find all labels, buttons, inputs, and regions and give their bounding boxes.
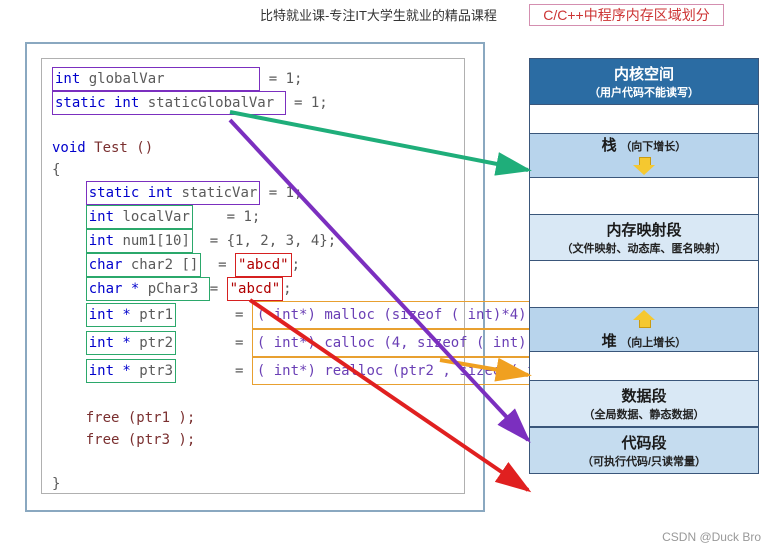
seg-kernel: 内核空间 （用户代码不能读写） [529,58,759,105]
arrow-down-icon [633,157,655,175]
seg-data: 数据段 （全局数据、静态数据） [529,380,759,427]
code-panel: int globalVar = 1; static int staticGlob… [25,42,485,512]
static-var-box: static int staticVar [86,181,261,205]
seg-heap: 堆 （向上增长） [529,307,759,352]
memory-layout: 内核空间 （用户代码不能读写） 栈 （向下增长） 内存映射段 （文件映射、动态库… [529,58,759,474]
heap-alloc-box: ( int*) malloc (sizeof ( int)*4); [252,301,540,329]
string-literal-box: "abcd" [235,253,292,277]
local-vars-box: int localVar [86,205,193,229]
seg-code: 代码段 （可执行代码/只读常量） [529,427,759,474]
watermark: CSDN @Duck Bro [662,530,761,544]
global-vars-box: int globalVar [52,67,260,91]
diagram-title: C/C++中程序内存区域划分 [529,4,724,26]
seg-mmap: 内存映射段 （文件映射、动态库、匿名映射） [529,214,759,261]
arrow-up-icon [633,310,655,328]
code-block: int globalVar = 1; static int staticGlob… [41,58,465,494]
seg-stack: 栈 （向下增长） [529,133,759,178]
header-text: 比特就业课-专注IT大学生就业的精品课程 [260,5,497,24]
